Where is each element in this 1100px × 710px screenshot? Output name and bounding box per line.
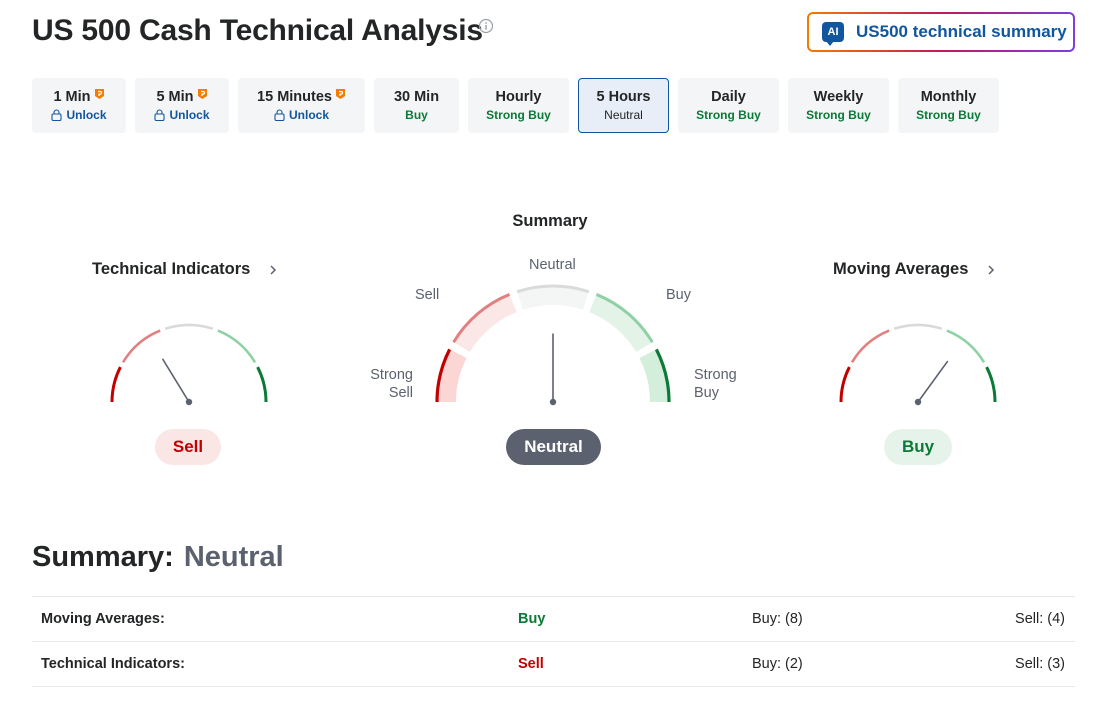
technical-indicators-gauge-needle-pivot (185, 398, 193, 406)
moving-averages-gauge-arc-neutral (893, 323, 943, 331)
moving-averages-gauge-arc-sell (850, 329, 890, 364)
summary-result: Neutral (506, 429, 601, 465)
table-row: Moving Averages: Buy Buy: (8) Sell: (4) (32, 597, 1075, 642)
row-name: Moving Averages: (41, 611, 165, 627)
gauge-label-buy: Buy (666, 287, 691, 303)
bottom-summary-label: Summary: (32, 541, 174, 573)
moving-averages-gauge-needle (917, 360, 949, 403)
row-signal: Buy (518, 611, 546, 627)
moving-averages-result: Buy (884, 429, 952, 465)
bottom-summary: Summary: Neutral (32, 541, 284, 574)
row-buy-count: Buy: (2) (752, 656, 803, 672)
technical-indicators-gauge-arc-strong-sell (110, 366, 122, 403)
technical-indicators-gauge-arc-neutral (164, 323, 214, 331)
summary-gauge-band-sell (452, 293, 517, 353)
row-name: Technical Indicators: (41, 656, 185, 672)
technical-indicators-gauge-needle (162, 358, 190, 403)
technical-indicators-result: Sell (155, 429, 221, 465)
table-row: Technical Indicators: Sell Buy: (2) Sell… (32, 642, 1075, 687)
bottom-summary-value: Neutral (183, 541, 284, 573)
summary-gauge-band-buy (589, 293, 654, 353)
gauge-label-strong-buy: Strong Buy (694, 367, 737, 401)
moving-averages-gauge-arc-strong-sell (839, 366, 851, 403)
gauge-label-strong-sell: Strong Sell (370, 367, 413, 401)
gauge-label-sell: Sell (415, 287, 440, 303)
moving-averages-gauge-arc-strong-buy (985, 366, 997, 403)
row-sell-count: Sell: (3) (1015, 656, 1065, 672)
moving-averages-gauge-arc-buy (946, 329, 986, 364)
technical-indicators-gauge-arc-buy (217, 329, 257, 364)
technical-indicators-gauge-arc-sell (121, 329, 161, 364)
summary-table: Moving Averages: Buy Buy: (8) Sell: (4) … (32, 596, 1075, 687)
technical-indicators-gauge-arc-strong-buy (256, 366, 268, 403)
gauge-label-neutral: Neutral (529, 257, 576, 273)
summary-gauge-needle-pivot (549, 398, 557, 406)
row-sell-count: Sell: (4) (1015, 611, 1065, 627)
row-buy-count: Buy: (8) (752, 611, 803, 627)
row-signal: Sell (518, 656, 544, 672)
moving-averages-gauge-needle-pivot (914, 398, 922, 406)
